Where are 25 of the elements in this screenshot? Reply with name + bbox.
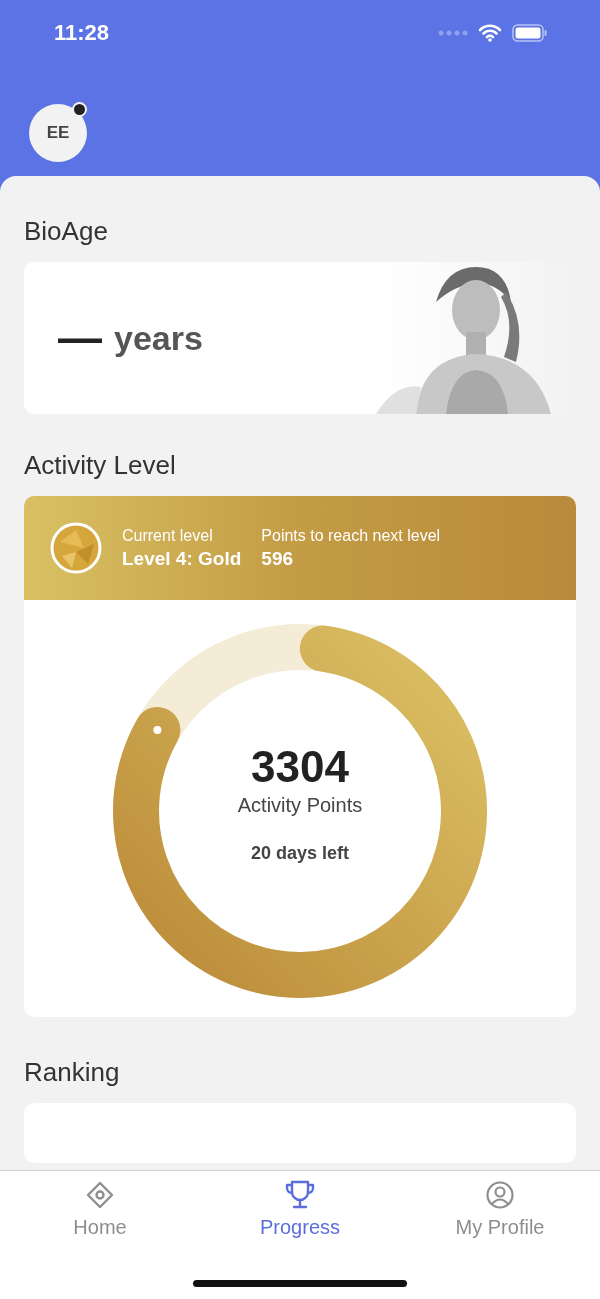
medal-icon xyxy=(50,522,102,574)
status-time: 11:28 xyxy=(54,20,110,46)
tab[interactable]: Progress xyxy=(200,1179,400,1240)
battery-icon xyxy=(512,24,548,42)
profile-icon xyxy=(485,1180,515,1210)
bioage-card[interactable]: — years xyxy=(24,262,576,414)
bioage-value: — xyxy=(58,313,102,363)
tab[interactable]: Home xyxy=(0,1179,200,1240)
diamond-icon xyxy=(85,1180,115,1210)
section-title: BioAge xyxy=(24,216,109,246)
wifi-icon xyxy=(478,24,502,42)
trophy-icon xyxy=(283,1180,317,1210)
next-level-label: Points to reach next level xyxy=(261,526,441,545)
activity-points: 3304 xyxy=(251,741,349,792)
section-title: Activity Level xyxy=(24,450,177,480)
next-level-points: 596 xyxy=(261,547,294,570)
section-title: Ranking xyxy=(24,1057,121,1087)
signal-icon xyxy=(438,29,468,37)
avatar[interactable]: EE xyxy=(29,104,87,162)
current-level-value: Level 4: Gold xyxy=(122,547,242,570)
activity-points-label: Activity Points xyxy=(237,793,363,817)
tab[interactable]: My Profile xyxy=(400,1179,600,1240)
bioage-unit: years xyxy=(114,318,203,358)
days-left: 20 days left xyxy=(250,842,349,864)
current-level-label: Current level xyxy=(122,526,214,545)
